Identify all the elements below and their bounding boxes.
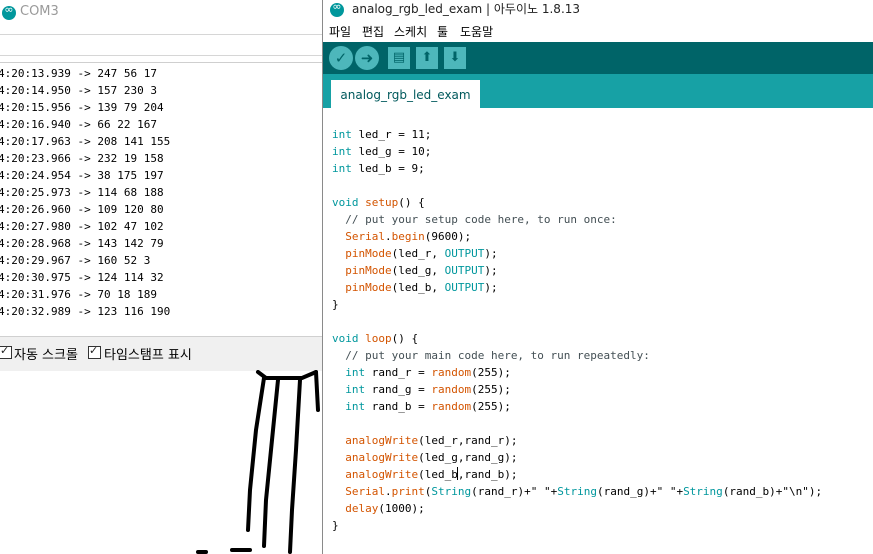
code-line: delay(1000); <box>345 502 425 515</box>
autoscroll-label: 자동 스크롤 <box>14 348 78 363</box>
serial-output-line: 4:20:16.940 -> 66 22 167 <box>0 118 157 131</box>
ide-title-bar: analog_rgb_led_exam | 아두이노 1.8.13 <box>323 0 873 20</box>
menu-sketch[interactable]: 스케치 <box>394 23 427 40</box>
serial-output-area[interactable]: 4:20:13.939 -> 247 56 17 4:20:14.950 -> 1… <box>0 62 322 335</box>
serial-output-line: 4:20:13.939 -> 247 56 17 <box>0 67 157 80</box>
menu-bar: 파일 편집 스케치 툴 도움말 <box>323 20 873 42</box>
serial-output-line: 4:20:23.966 -> 232 19 158 <box>0 152 164 165</box>
code-editor[interactable]: int led_r = 11; int led_g = 10; int led_b … <box>323 108 873 554</box>
serial-output-line: 4:20:32.989 -> 123 116 190 <box>0 305 171 318</box>
serial-output-line: 4:20:24.954 -> 38 175 197 <box>0 169 164 182</box>
serial-send-input[interactable] <box>0 34 324 56</box>
code-line: int led_b = 9; <box>332 162 425 175</box>
code-line: } <box>332 519 339 532</box>
menu-tools[interactable]: 툴 <box>437 23 448 40</box>
serial-output-line: 4:20:28.968 -> 143 142 79 <box>0 237 164 250</box>
arrow-down-icon[interactable]: ⬇ <box>444 47 466 69</box>
tab-bar: analog_rgb_led_exam <box>323 74 873 108</box>
ide-toolbar: ✓ ➜ ▤ ⬆ ⬇ <box>323 42 873 74</box>
timestamp-label: 타임스탬프 표시 <box>104 348 192 363</box>
code-line: Serial.begin(9600); <box>345 230 472 243</box>
code-line: pinMode(led_g, OUTPUT); <box>345 264 498 277</box>
serial-window-title: COM3 <box>20 4 59 19</box>
serial-output-line: 4:20:14.950 -> 157 230 3 <box>0 84 157 97</box>
code-line: int rand_r = random(255); <box>345 366 511 379</box>
serial-output-line: 4:20:27.980 -> 102 47 102 <box>0 220 164 233</box>
serial-title-bar: COM3 <box>0 0 324 26</box>
menu-help[interactable]: 도움말 <box>460 23 493 40</box>
serial-footer: 자동 스크롤 타임스탬프 표시 <box>0 336 324 371</box>
code-line: } <box>332 298 339 311</box>
arduino-logo-icon <box>2 3 16 20</box>
serial-output-line: 4:20:25.973 -> 114 68 188 <box>0 186 164 199</box>
serial-output-line: 4:20:15.956 -> 139 79 204 <box>0 101 164 114</box>
code-line: pinMode(led_r, OUTPUT); <box>345 247 498 260</box>
code-line: analogWrite(led_r,rand_r); <box>345 434 518 447</box>
serial-output-line: 4:20:29.967 -> 160 52 3 <box>0 254 151 267</box>
code-line: pinMode(led_b, OUTPUT); <box>345 281 498 294</box>
code-line: int rand_g = random(255); <box>345 383 511 396</box>
arduino-logo-icon <box>330 0 344 17</box>
code-line: int led_r = 11; <box>332 128 432 141</box>
serial-monitor-window: COM3 4:20:13.939 -> 247 56 17 4:20:14.950… <box>0 0 324 371</box>
serial-output-line: 4:20:31.976 -> 70 18 189 <box>0 288 157 301</box>
arrow-up-icon[interactable]: ⬆ <box>416 47 438 69</box>
file-icon[interactable]: ▤ <box>388 47 410 69</box>
code-line: // put your main code here, to run repea… <box>345 349 650 362</box>
menu-file[interactable]: 파일 <box>329 23 351 40</box>
code-line: void setup() { <box>332 196 425 209</box>
menu-edit[interactable]: 편집 <box>362 23 384 40</box>
hand-drawn-sketch <box>196 370 320 554</box>
code-line: Serial.print(String(rand_r)+" "+String(r… <box>345 485 823 498</box>
timestamp-checkbox[interactable] <box>88 344 101 359</box>
serial-output-line: 4:20:17.963 -> 208 141 155 <box>0 135 171 148</box>
code-line: int rand_b = random(255); <box>345 400 511 413</box>
ide-window-title: analog_rgb_led_exam | 아두이노 1.8.13 <box>352 2 581 16</box>
check-icon[interactable]: ✓ <box>329 46 353 70</box>
tab-analog-rgb-led-exam[interactable]: analog_rgb_led_exam <box>331 80 480 108</box>
code-line: analogWrite(led_g,rand_g); <box>345 451 518 464</box>
serial-output-line: 4:20:26.960 -> 109 120 80 <box>0 203 164 216</box>
code-line: void loop() { <box>332 332 419 345</box>
code-line: // put your setup code here, to run once… <box>345 213 617 226</box>
code-line: int led_g = 10; <box>332 145 432 158</box>
arrow-right-icon[interactable]: ➜ <box>355 46 379 70</box>
serial-output-line: 4:20:30.975 -> 124 114 32 <box>0 271 164 284</box>
arduino-ide-window: analog_rgb_led_exam | 아두이노 1.8.13 파일 편집 … <box>322 0 873 554</box>
code-line: analogWrite(led_b,rand_b); <box>345 467 518 481</box>
autoscroll-checkbox[interactable] <box>0 344 12 359</box>
